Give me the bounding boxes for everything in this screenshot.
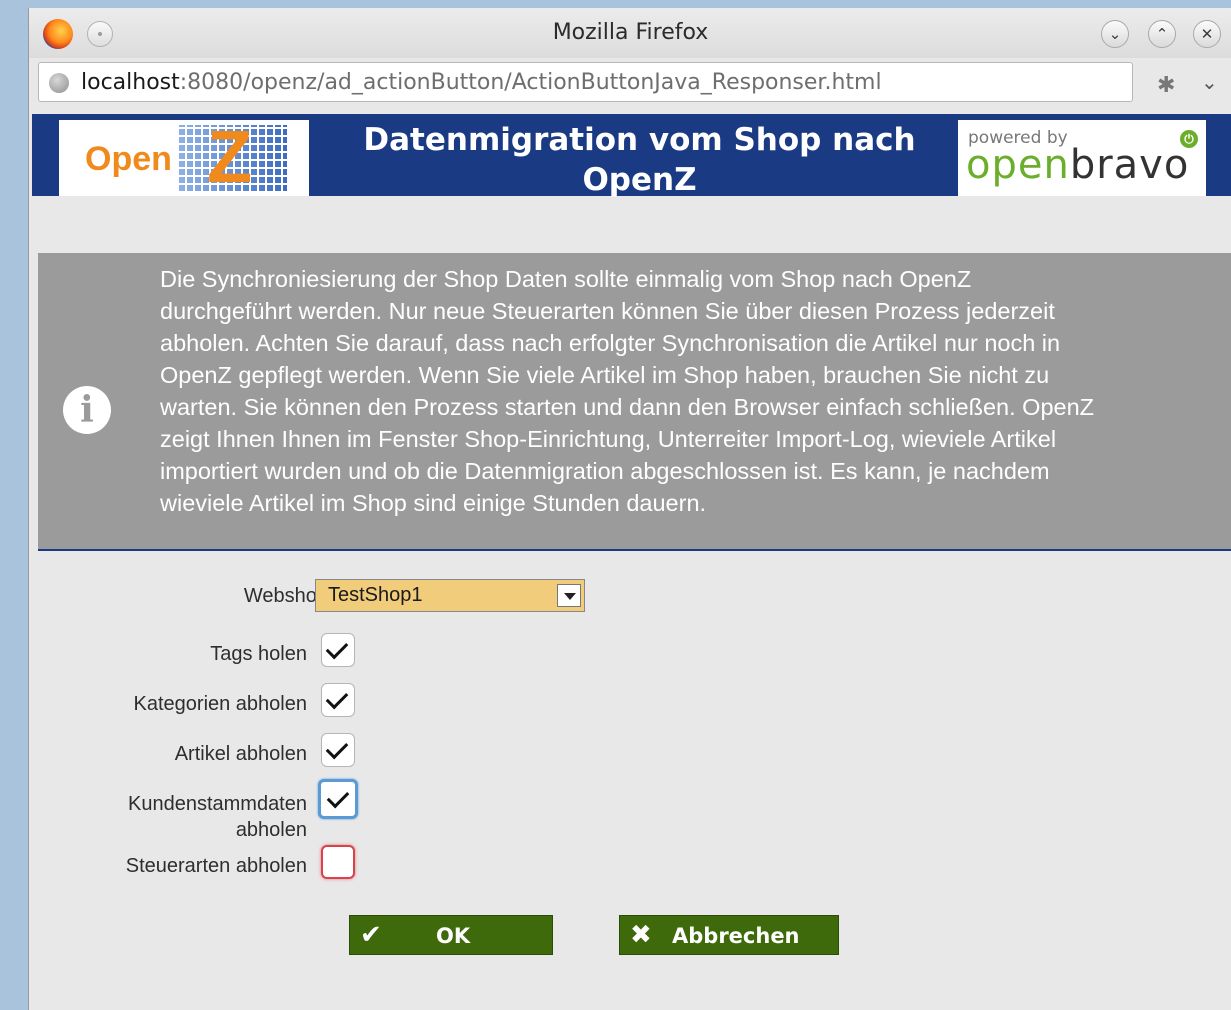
chevron-down-icon[interactable]: ⌄	[1201, 70, 1218, 94]
globe-icon	[49, 73, 69, 93]
articles-label: Artikel abholen	[174, 743, 307, 765]
customers-checkbox[interactable]	[318, 779, 358, 819]
checkmark-icon: ✔	[360, 920, 382, 950]
webshop-select-value: TestShop1	[328, 584, 423, 606]
brand-bravo: bravo	[1069, 142, 1190, 188]
checkmark-icon	[325, 636, 349, 660]
title-bar: Mozilla Firefox ⌄ ⌃ ✕	[29, 8, 1231, 58]
taxes-checkbox[interactable]	[321, 845, 355, 879]
articles-checkbox[interactable]	[321, 733, 355, 767]
openz-logo: Open Z	[59, 115, 309, 198]
close-icon: ✖	[630, 920, 652, 950]
window-title: Mozilla Firefox	[552, 20, 709, 45]
maximize-button[interactable]: ⌃	[1148, 20, 1176, 48]
minimize-button[interactable]: ⌄	[1101, 20, 1129, 48]
brand-open: open	[966, 142, 1070, 188]
checkmark-icon	[325, 686, 349, 710]
webshop-select[interactable]: TestShop1	[315, 579, 585, 612]
url-bar[interactable]: localhost:8080/openz/ad_actionButton/Act…	[38, 62, 1133, 102]
cancel-button[interactable]: ✖ Abbrechen	[619, 915, 839, 955]
cancel-button-label: Abbrechen	[672, 924, 800, 948]
tags-label: Tags holen	[210, 643, 307, 665]
brand-text: openbravo	[966, 142, 1189, 188]
categories-label: Kategorien abholen	[133, 693, 307, 715]
info-icon: i	[63, 386, 111, 434]
logo-z-letter: Z	[207, 115, 253, 198]
logo-open-text: Open	[85, 140, 172, 178]
page-title: Datenmigration vom Shop nach OpenZ	[363, 122, 916, 198]
page-header: Open Z Datenmigration vom Shop nach Open…	[32, 114, 1231, 198]
bug-icon[interactable]: ✱	[1157, 72, 1175, 98]
info-text: Die Synchroniesierung der Shop Daten sol…	[160, 266, 1095, 516]
checkmark-icon	[325, 736, 349, 760]
close-button[interactable]: ✕	[1193, 20, 1221, 48]
info-box: i Die Synchroniesierung der Shop Daten s…	[38, 253, 1231, 551]
dropdown-arrow-icon[interactable]	[557, 584, 581, 607]
customers-label-line1: Kundenstammdaten	[127, 793, 307, 815]
ok-button[interactable]: ✔ OK	[349, 915, 553, 955]
url-text: localhost:8080/openz/ad_actionButton/Act…	[81, 70, 882, 95]
browser-window: Mozilla Firefox ⌄ ⌃ ✕ localhost:8080/ope…	[28, 8, 1231, 1010]
url-path: :8080/openz/ad_actionButton/ActionButton…	[179, 70, 882, 95]
power-icon: ⏻	[1180, 130, 1198, 148]
checkmark-icon	[326, 785, 350, 809]
url-host: localhost	[81, 70, 180, 95]
customers-label-line2: abholen	[235, 819, 307, 841]
categories-checkbox[interactable]	[321, 683, 355, 717]
tags-checkbox[interactable]	[321, 633, 355, 667]
taxes-label: Steuerarten abholen	[125, 855, 307, 877]
openbravo-logo: powered by openbravo ⏻	[958, 120, 1206, 196]
ok-button-label: OK	[436, 924, 471, 948]
